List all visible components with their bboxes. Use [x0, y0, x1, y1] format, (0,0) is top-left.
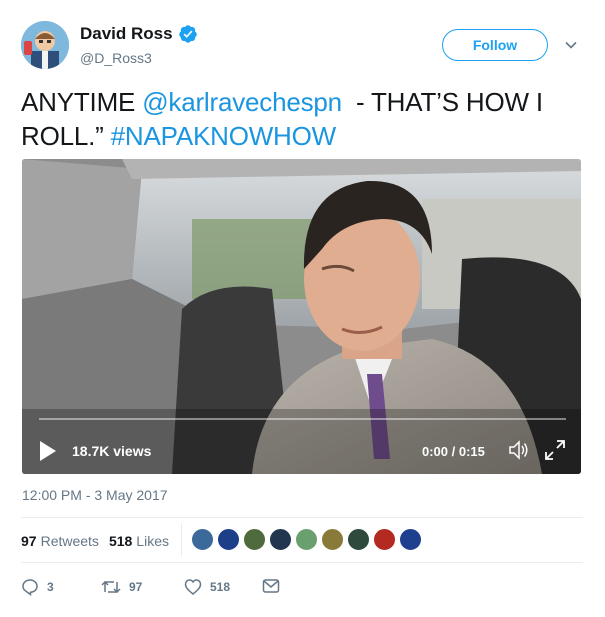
- liker-avatar[interactable]: [373, 528, 396, 551]
- retweets-label: Retweets: [40, 533, 99, 549]
- reply-icon: [22, 579, 38, 596]
- retweets-stat[interactable]: 97 Retweets: [21, 533, 99, 549]
- liker-avatar[interactable]: [243, 528, 266, 551]
- user-name[interactable]: David Ross: [80, 24, 173, 44]
- mention-link[interactable]: @karlravechespn: [142, 87, 342, 117]
- tweet-text: ANYTIME @karlravechespn - THAT’S HOW I R…: [21, 85, 586, 153]
- liker-avatar[interactable]: [217, 528, 240, 551]
- avatar-illustration: [21, 21, 69, 69]
- likes-label: Likes: [136, 533, 169, 549]
- video-progress-bar[interactable]: [39, 418, 566, 420]
- retweets-count: 97: [21, 533, 37, 549]
- stats-divider: [181, 523, 182, 556]
- liker-avatar[interactable]: [321, 528, 344, 551]
- heart-icon: [184, 579, 202, 595]
- divider: [21, 517, 583, 518]
- tweet-stats: 97 Retweets 518 Likes: [21, 533, 169, 549]
- reply-count: 3: [47, 580, 54, 594]
- like-button[interactable]: 518: [184, 578, 230, 596]
- video-frame: [22, 159, 581, 474]
- user-handle[interactable]: @D_Ross3: [80, 50, 152, 66]
- expand-icon[interactable]: [544, 439, 566, 461]
- tweet-text-part: ANYTIME: [21, 87, 143, 117]
- reply-button[interactable]: 3: [21, 578, 54, 596]
- play-icon[interactable]: [38, 440, 58, 462]
- liker-avatar[interactable]: [191, 528, 214, 551]
- verified-badge-icon: [178, 25, 197, 43]
- liker-avatar[interactable]: [295, 528, 318, 551]
- liker-avatar[interactable]: [269, 528, 292, 551]
- divider: [21, 562, 583, 563]
- video-views: 18.7K views: [72, 443, 152, 459]
- volume-icon[interactable]: [508, 440, 530, 460]
- retweet-button[interactable]: 97: [101, 578, 142, 596]
- liker-avatar[interactable]: [347, 528, 370, 551]
- user-name-row[interactable]: David Ross: [80, 24, 198, 44]
- likes-count: 518: [108, 533, 133, 549]
- chevron-down-icon[interactable]: [564, 38, 578, 52]
- direct-message-button[interactable]: [262, 578, 280, 594]
- retweet-icon: [101, 580, 121, 594]
- message-icon: [262, 579, 280, 593]
- likes-stat[interactable]: 518 Likes: [109, 533, 169, 549]
- hashtag-link[interactable]: #NAPAKNOWHOW: [111, 121, 337, 151]
- video-time: 0:00 / 0:15: [422, 444, 485, 459]
- video-player[interactable]: 18.7K views 0:00 / 0:15: [22, 159, 581, 474]
- liker-avatars: [191, 528, 422, 551]
- follow-button[interactable]: Follow: [442, 29, 548, 61]
- retweet-count: 97: [129, 580, 143, 594]
- avatar[interactable]: [21, 21, 69, 69]
- liker-avatar[interactable]: [399, 528, 422, 551]
- like-count: 518: [210, 580, 231, 594]
- tweet-timestamp[interactable]: 12:00 PM - 3 May 2017: [22, 487, 168, 503]
